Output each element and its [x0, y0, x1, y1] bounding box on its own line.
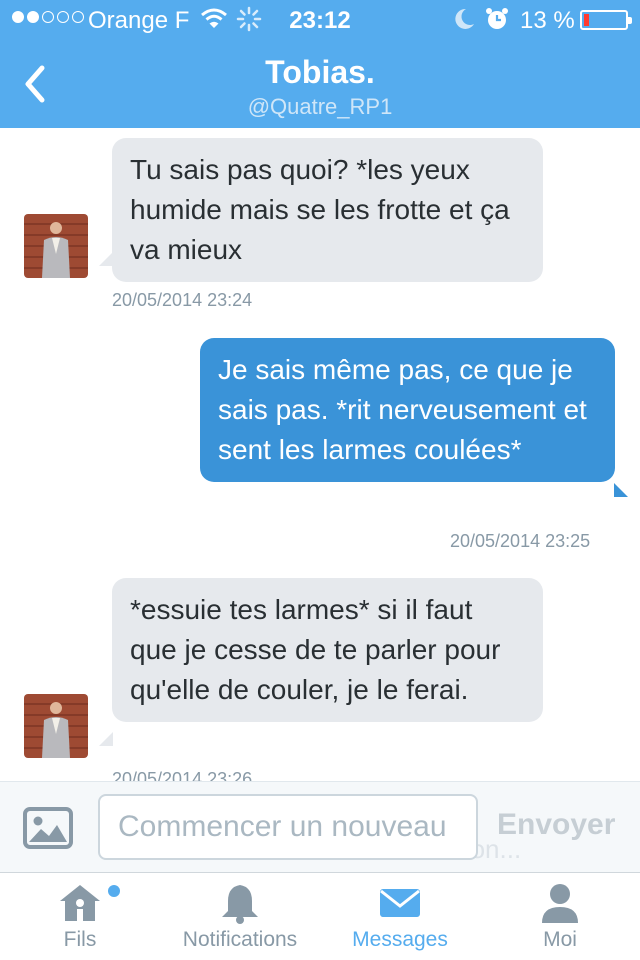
tab-label: Moi: [543, 928, 577, 951]
message-timestamp: 20/05/2014 23:24: [112, 290, 253, 310]
battery-percent: 13 %: [520, 7, 575, 34]
message-bubble-outgoing[interactable]: Je sais même pas, ce que je sais pas. *r…: [200, 338, 615, 482]
tab-moi[interactable]: Moi: [480, 873, 640, 960]
message-timestamp: 20/05/2014 23:25: [450, 531, 591, 551]
status-bar: Orange F 23:12 13 %: [0, 0, 640, 40]
battery-icon: [580, 10, 632, 30]
message-bubble-incoming[interactable]: *essuie tes larmes* si il faut que je ce…: [112, 578, 543, 722]
image-icon: [23, 807, 73, 849]
contact-photo: [24, 214, 88, 278]
tab-bar: Fils Notifications Messages Moi: [0, 873, 640, 960]
conversation-title: Tobias.: [265, 54, 375, 90]
add-photo-button[interactable]: [22, 806, 74, 850]
tab-label: Messages: [352, 928, 448, 951]
message-input[interactable]: Commencer un nouveau: [98, 794, 478, 860]
envelope-icon: [378, 881, 422, 930]
compose-bar: e* Non... Commencer un nouveau Envoyer: [0, 781, 640, 873]
contact-photo: [24, 694, 88, 758]
person-icon: [538, 881, 582, 930]
message-bubble-incoming[interactable]: Tu sais pas quoi? *les yeux humide mais …: [112, 138, 543, 282]
avatar[interactable]: [24, 214, 88, 278]
message-thread[interactable]: Tu sais pas quoi? *les yeux humide mais …: [0, 128, 640, 781]
alarm-icon: [484, 6, 510, 39]
tab-label: Notifications: [182, 928, 298, 951]
tab-notifications[interactable]: Notifications: [160, 873, 320, 960]
unread-dot: [108, 885, 120, 897]
message-timestamp: 20/05/2014 23:26: [112, 769, 253, 781]
avatar[interactable]: [24, 694, 88, 758]
header-bar: Orange F 23:12 13 % Tobias. @Quatre_RP1: [0, 0, 640, 128]
do-not-disturb-icon: [452, 6, 476, 39]
bubble-tail: [99, 732, 113, 746]
bubble-tail: [614, 483, 628, 497]
send-button[interactable]: Envoyer: [497, 808, 615, 842]
conversation-handle: @Quatre_RP1: [247, 94, 393, 119]
tab-messages[interactable]: Messages: [320, 873, 480, 960]
tab-fils[interactable]: Fils: [0, 873, 160, 960]
bell-icon: [218, 881, 262, 930]
tab-label: Fils: [63, 928, 97, 951]
home-icon: [58, 881, 102, 930]
bubble-tail: [99, 252, 113, 266]
